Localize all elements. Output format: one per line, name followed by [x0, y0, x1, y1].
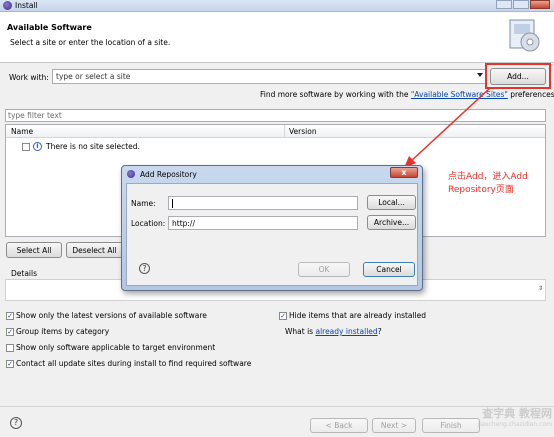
watermark: 查字典 教程网 jiaocheng.chazidian.com	[418, 405, 552, 435]
dialog-app-icon	[127, 170, 135, 178]
add-repository-dialog: Add Repository x Name: Local... Location…	[121, 165, 423, 291]
close-icon: x	[401, 168, 407, 177]
text-cursor	[172, 199, 173, 208]
location-label: Location:	[131, 219, 166, 228]
watermark-line2: jiaocheng.chazidian.com	[477, 421, 552, 428]
local-button[interactable]: Local...	[367, 195, 416, 210]
watermark-line1: 查字典 教程网	[482, 407, 552, 420]
name-input[interactable]	[168, 196, 358, 210]
dialog-help-icon[interactable]: ?	[139, 263, 150, 274]
dialog-body: Name: Local... Location: http:// Archive…	[126, 183, 418, 286]
name-label: Name:	[131, 199, 156, 208]
cancel-button[interactable]: Cancel	[363, 262, 415, 277]
archive-button[interactable]: Archive...	[367, 215, 416, 230]
dialog-close-button[interactable]: x	[390, 167, 418, 178]
location-input[interactable]: http://	[168, 216, 358, 230]
annotation-arrow-line	[409, 87, 491, 163]
location-value: http://	[172, 219, 195, 228]
annotation-text-line2: Repository页面	[448, 185, 514, 195]
dialog-title: Add Repository	[140, 170, 197, 179]
annotation-text-line1: 点击Add，进入Add	[448, 172, 528, 182]
ok-button[interactable]: OK	[298, 262, 350, 277]
